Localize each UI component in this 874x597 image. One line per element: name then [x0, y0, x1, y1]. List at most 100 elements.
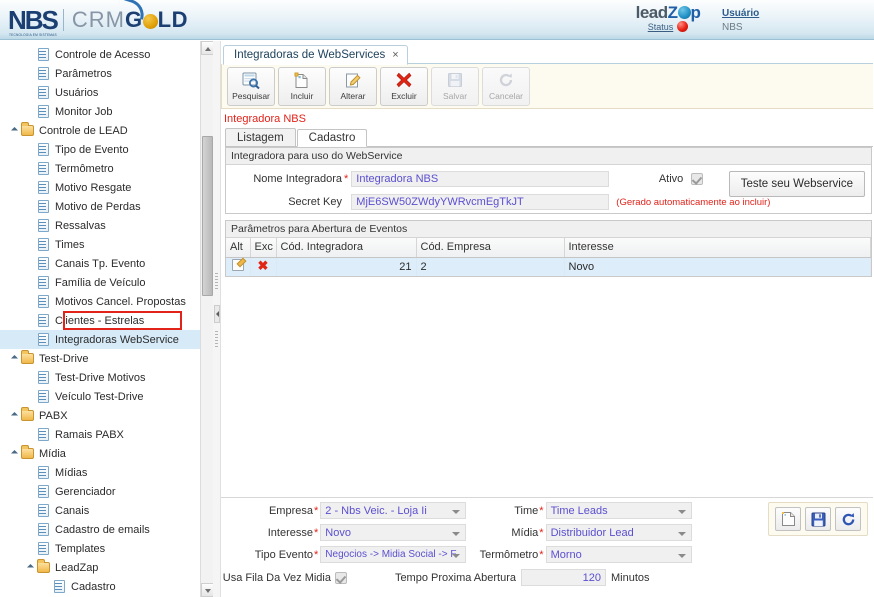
row-delete-cell[interactable]: ✖: [250, 257, 277, 276]
save-record-button[interactable]: [805, 507, 831, 531]
secret-key-input[interactable]: MjE6SW50ZWdyYWRvcmEgTkJT: [351, 194, 610, 210]
sidebar-item-canais-tp-evento[interactable]: Canais Tp. Evento: [0, 254, 200, 273]
tab-cadastro[interactable]: Cadastro: [296, 129, 368, 147]
sidebar-item-cadastro[interactable]: Cadastro: [0, 577, 200, 596]
status-link[interactable]: Status: [648, 22, 674, 32]
refresh-record-button[interactable]: [835, 507, 861, 531]
tab-listagem[interactable]: Listagem: [225, 128, 296, 146]
sidebar-item-motivos-cancel-propostas[interactable]: Motivos Cancel. Propostas: [0, 292, 200, 311]
sidebar-item-monitor-job[interactable]: Monitor Job: [0, 102, 200, 121]
sidebar-item-label: Usuários: [55, 86, 99, 99]
grid-column-header[interactable]: Alt: [226, 238, 251, 258]
sidebar-item-label: Mídia: [39, 447, 66, 460]
sidebar-item-templates[interactable]: Templates: [0, 539, 200, 558]
sidebar-item-test-drive-motivos[interactable]: Test-Drive Motivos: [0, 368, 200, 387]
sidebar-item-times[interactable]: Times: [0, 235, 200, 254]
sidebar-item-ramais-pabx[interactable]: Ramais PABX: [0, 425, 200, 444]
grid-column-header[interactable]: Cód. Empresa: [416, 238, 565, 258]
sidebar-item-term-metro[interactable]: Termômetro: [0, 159, 200, 178]
sidebar-item-label: Ressalvas: [55, 219, 106, 232]
sidebar-item-ve-culo-test-drive[interactable]: Veículo Test-Drive: [0, 387, 200, 406]
sidebar-item-fam-lia-de-ve-culo[interactable]: Família de Veículo: [0, 273, 200, 292]
document-icon: [37, 218, 50, 233]
close-icon[interactable]: ×: [392, 49, 398, 61]
expand-arrow-icon[interactable]: [10, 126, 20, 136]
sidebar-item-controle-de-acesso[interactable]: Controle de Acesso: [0, 45, 200, 64]
table-row[interactable]: ✖ 21 2 Novo: [226, 257, 871, 276]
new-record-button[interactable]: [775, 507, 801, 531]
time-dropdown[interactable]: Time Leads: [545, 502, 692, 519]
sidebar-item-canais[interactable]: Canais: [0, 501, 200, 520]
expand-arrow-icon[interactable]: [26, 563, 36, 573]
panel-splitter[interactable]: [213, 41, 221, 597]
sidebar-item-label: Canais: [55, 504, 90, 517]
folder-icon-glyph: [21, 447, 34, 459]
user-label[interactable]: Usuário: [722, 8, 812, 19]
tipo-evento-dropdown[interactable]: Negocios -> Midia Social -> F: [320, 546, 467, 563]
document-icon-glyph: [38, 522, 49, 536]
sidebar-item-m-dias[interactable]: Mídias: [0, 463, 200, 482]
edit-pencil-icon[interactable]: [231, 259, 244, 272]
collapse-panel-button[interactable]: [214, 305, 220, 323]
scroll-thumb[interactable]: [202, 136, 213, 296]
cancelar-button: Cancelar: [482, 66, 530, 106]
sidebar-item-motivo-resgate[interactable]: Motivo Resgate: [0, 178, 200, 197]
document-icon: [37, 275, 50, 290]
grid-column-header[interactable]: Cód. Integradora: [276, 238, 417, 258]
context-title: Integradora NBS: [224, 113, 306, 125]
sidebar-item-cadastro-de-emails[interactable]: Cadastro de emails: [0, 520, 200, 539]
sidebar-item-integradoras-webservice[interactable]: Integradoras WebService: [0, 330, 200, 349]
folder-icon: [21, 447, 34, 461]
logo-divider: [62, 9, 64, 31]
leadzap-ball-icon: [677, 6, 691, 19]
incluir-button[interactable]: Incluir: [278, 66, 326, 106]
sidebar-item-label: Clientes - Estrelas: [55, 314, 145, 327]
document-icon-glyph: [38, 465, 49, 479]
sidebar-item-usu-rios[interactable]: Usuários: [0, 83, 200, 102]
empresa-dropdown[interactable]: 2 - Nbs Veic. - Loja Ii: [320, 502, 467, 519]
sidebar-item-clientes-estrelas[interactable]: Clientes - Estrelas: [0, 311, 200, 330]
sidebar-item-m-dia[interactable]: Mídia: [0, 444, 200, 463]
sidebar-item-motivo-de-perdas[interactable]: Motivo de Perdas: [0, 197, 200, 216]
row-edit-cell[interactable]: [226, 257, 251, 276]
sidebar-item-tipo-de-evento[interactable]: Tipo de Evento: [0, 140, 200, 159]
expand-arrow-icon[interactable]: [10, 449, 20, 459]
pesquisar-button[interactable]: Pesquisar: [227, 66, 275, 106]
sidebar-item-ressalvas[interactable]: Ressalvas: [0, 216, 200, 235]
nome-integradora-input[interactable]: Integradora NBS: [351, 171, 610, 187]
delete-x-icon[interactable]: ✖: [258, 258, 269, 273]
interesse-dropdown[interactable]: Novo: [320, 524, 467, 541]
refresh-undo-icon: [498, 71, 514, 89]
empresa-value: 2 - Nbs Veic. - Loja Ii: [325, 504, 427, 517]
document-icon-glyph: [38, 389, 49, 403]
tree-vertical-scrollbar[interactable]: [200, 41, 214, 597]
termometro-dropdown[interactable]: Morno: [545, 546, 692, 563]
midia-dropdown[interactable]: Distribuidor Lead: [545, 524, 692, 541]
tempo-proxima-abertura-input[interactable]: 120: [521, 569, 606, 586]
sidebar-item-par-metros[interactable]: Parâmetros: [0, 64, 200, 83]
teste-webservice-button[interactable]: Teste seu Webservice: [728, 171, 865, 197]
document-icon-glyph: [38, 503, 49, 517]
leadzap-widget[interactable]: leadZ p Status: [620, 4, 716, 33]
folder-icon-glyph: [21, 352, 34, 364]
expand-arrow-icon[interactable]: [10, 411, 20, 421]
sidebar-item-gerenciador[interactable]: Gerenciador: [0, 482, 200, 501]
grid-column-header[interactable]: Exc: [250, 238, 277, 258]
sidebar-item-controle-de-lead[interactable]: Controle de LEAD: [0, 121, 200, 140]
excluir-button[interactable]: Excluir: [380, 66, 428, 106]
nome-integradora-value: Integradora NBS: [356, 173, 439, 185]
tab-integradoras-de-webservices[interactable]: Integradoras de WebServices ×: [223, 45, 408, 65]
expand-arrow-icon[interactable]: [10, 354, 20, 364]
ativo-label: Ativo: [658, 173, 684, 185]
document-icon: [37, 104, 50, 119]
ativo-checkbox[interactable]: [691, 173, 704, 185]
sidebar-item-label: LeadZap: [55, 561, 99, 574]
grid-column-header[interactable]: Interesse: [564, 238, 871, 258]
sidebar-item-pabx[interactable]: PABX: [0, 406, 200, 425]
sidebar-item-leadzap[interactable]: LeadZap: [0, 558, 200, 577]
salvar-button: Salvar: [431, 66, 479, 106]
usa-fila-checkbox[interactable]: [335, 571, 347, 584]
alterar-button[interactable]: Alterar: [329, 66, 377, 106]
sidebar-item-test-drive[interactable]: Test-Drive: [0, 349, 200, 368]
